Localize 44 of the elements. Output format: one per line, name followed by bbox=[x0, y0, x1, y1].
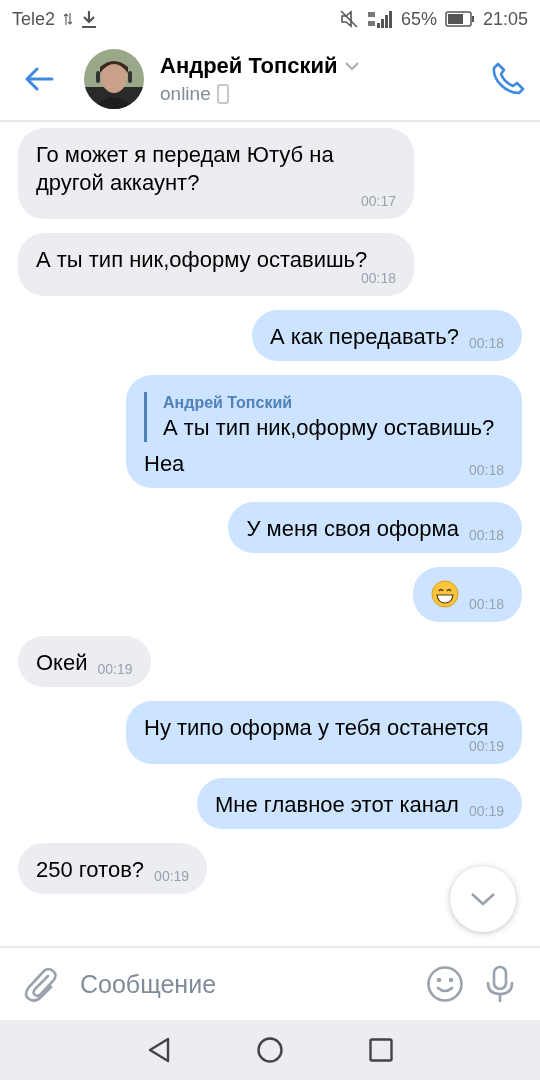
call-button[interactable] bbox=[490, 61, 526, 97]
message-text: Го может я передам Ютуб на другой аккаунт? bbox=[36, 141, 335, 197]
back-button[interactable] bbox=[24, 66, 54, 92]
message-time: 00:19 bbox=[468, 803, 504, 819]
signal-icon bbox=[366, 9, 393, 29]
message-time: 00:17 bbox=[360, 193, 396, 209]
message-time: 00:19 bbox=[468, 738, 504, 754]
message-text: Неа bbox=[144, 450, 185, 478]
message-time: 00:18 bbox=[468, 462, 504, 478]
battery-icon bbox=[444, 11, 475, 27]
contact-name[interactable]: Андрей Топский bbox=[160, 53, 338, 79]
message-text: 250 готов? bbox=[36, 856, 145, 884]
quoted-author: Андрей Топский bbox=[163, 393, 294, 413]
message-text: Окей bbox=[36, 649, 88, 677]
chevron-down-icon bbox=[470, 891, 496, 907]
message-time: 00:18 bbox=[468, 335, 504, 351]
recents-nav-button[interactable] bbox=[369, 1038, 393, 1062]
message-time: 00:19 bbox=[97, 661, 133, 677]
battery-percent: 65% bbox=[400, 8, 437, 30]
online-status: online bbox=[160, 83, 211, 105]
clock: 21:05 bbox=[482, 8, 528, 30]
data-arrows-icon bbox=[63, 12, 74, 26]
message-text: А как передавать? bbox=[269, 323, 459, 351]
chevron-down-icon bbox=[343, 61, 360, 71]
message-time: 00:18 bbox=[468, 527, 504, 543]
message-text: А ты тип ник,оформу оставишь? bbox=[36, 246, 368, 273]
grinning-emoji-icon bbox=[430, 580, 459, 608]
home-nav-button[interactable] bbox=[257, 1037, 283, 1063]
message-time: 00:18 bbox=[468, 596, 504, 612]
microphone-button[interactable] bbox=[484, 965, 516, 1003]
download-icon bbox=[81, 10, 98, 28]
quoted-text: А ты тип ник,оформу оставишь? bbox=[163, 414, 496, 442]
message-time: 00:18 bbox=[360, 270, 396, 286]
message-text: У меня своя оформа bbox=[246, 515, 459, 543]
message-input[interactable]: Сообщение bbox=[78, 968, 406, 1000]
message-text: Мне главное этот канал bbox=[215, 791, 459, 819]
emoji-button[interactable] bbox=[426, 965, 464, 1003]
attach-button[interactable] bbox=[24, 966, 58, 1002]
carrier-name: Tele2 bbox=[12, 8, 56, 30]
message-time: 00:19 bbox=[154, 868, 190, 884]
mute-icon bbox=[338, 9, 359, 29]
phone-device-icon bbox=[216, 84, 229, 104]
message-text: Ну типо оформа у тебя останется bbox=[144, 714, 489, 741]
back-nav-button[interactable] bbox=[147, 1037, 171, 1063]
